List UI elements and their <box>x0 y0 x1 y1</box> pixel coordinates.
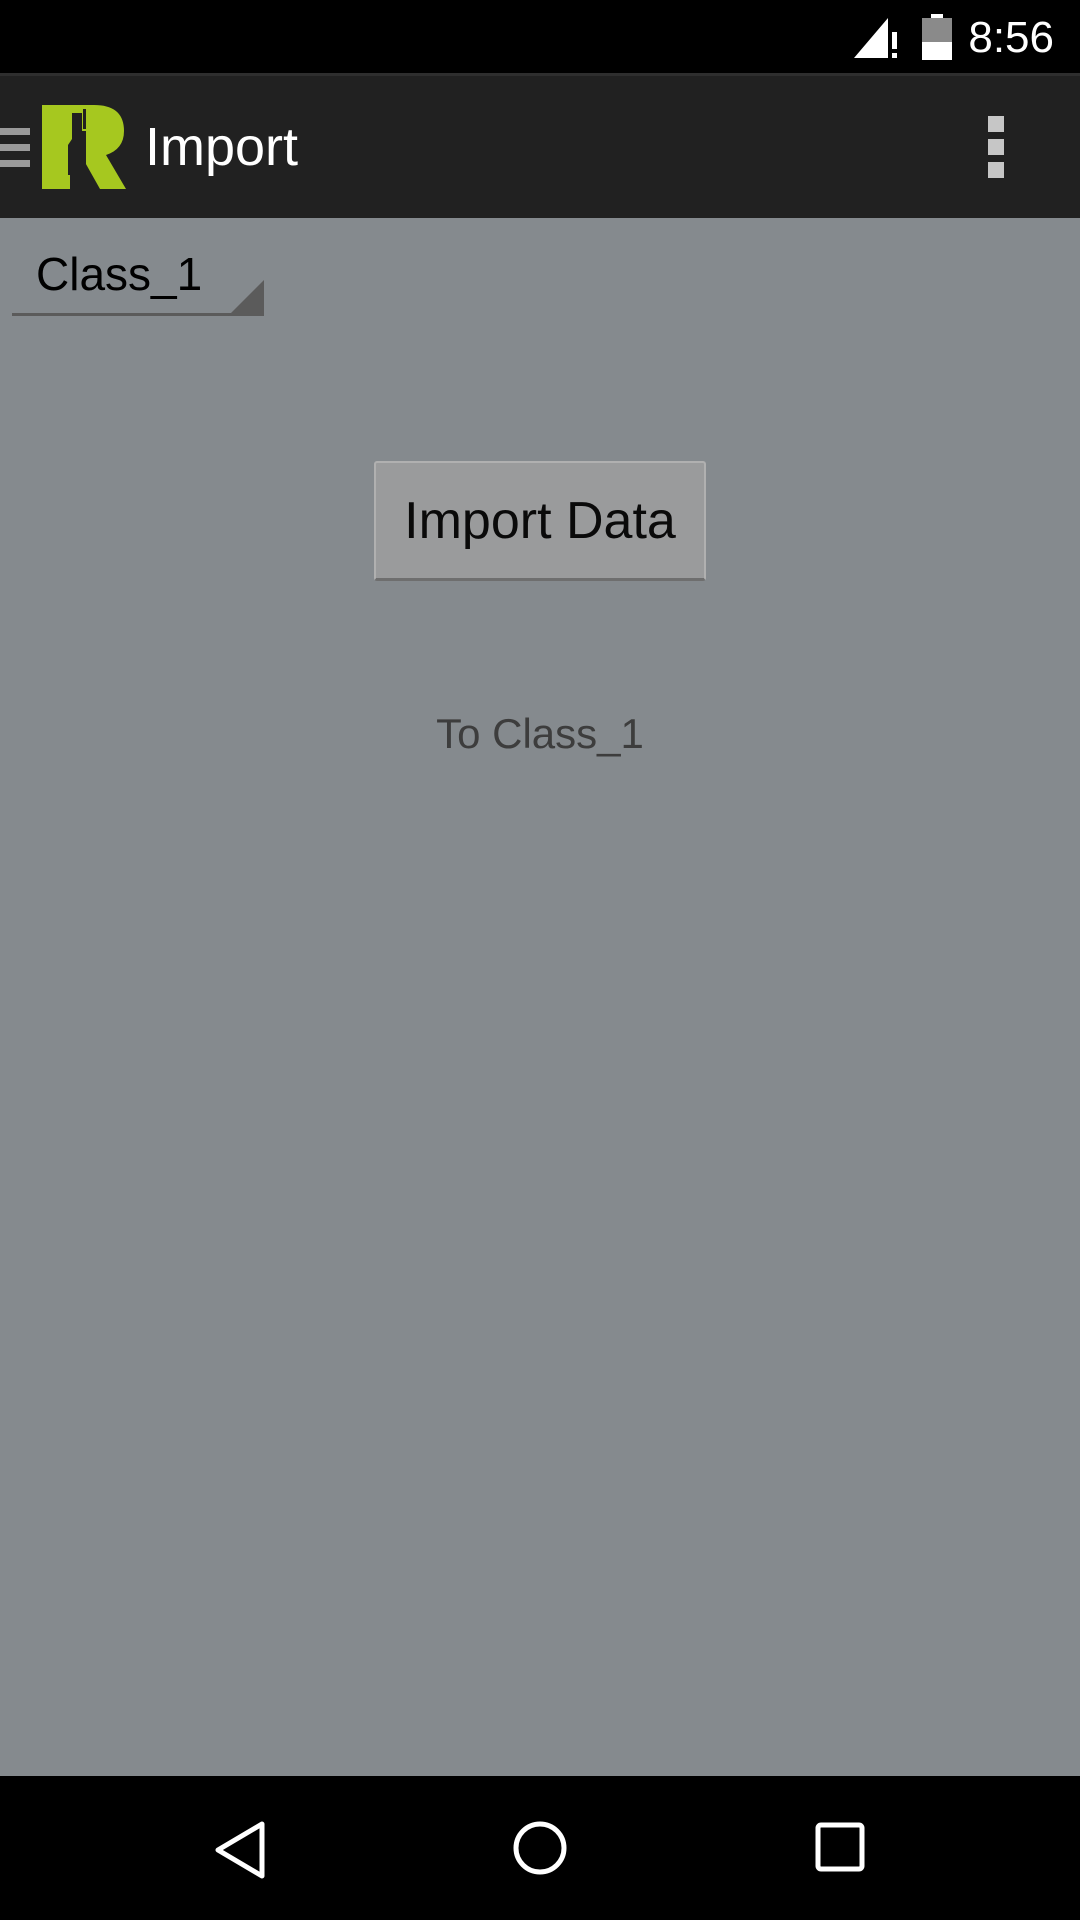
target-class-label: To Class_1 <box>436 710 644 757</box>
screen: 8:56 Import Class_1 Import Data To Class… <box>0 0 1080 1920</box>
dropdown-caret-icon <box>228 280 264 316</box>
menu-icon[interactable] <box>0 128 30 168</box>
status-bar: 8:56 <box>0 0 1080 76</box>
spinner-underline <box>12 313 264 316</box>
app-logo[interactable] <box>42 105 126 189</box>
navigation-bar <box>0 1776 1080 1920</box>
class-spinner-value: Class_1 <box>36 248 203 300</box>
back-icon[interactable] <box>212 1820 268 1880</box>
recents-icon[interactable] <box>815 1822 865 1872</box>
class-spinner[interactable]: Class_1 <box>12 232 264 316</box>
import-data-button[interactable]: Import Data <box>374 461 706 581</box>
battery-icon <box>922 14 952 60</box>
signal-no-data-icon <box>854 18 897 58</box>
action-bar: Import <box>0 76 1080 218</box>
status-time: 8:56 <box>968 13 1054 62</box>
more-vert-icon[interactable] <box>984 116 1008 178</box>
page-title: Import <box>145 117 299 177</box>
home-icon[interactable] <box>512 1820 568 1876</box>
